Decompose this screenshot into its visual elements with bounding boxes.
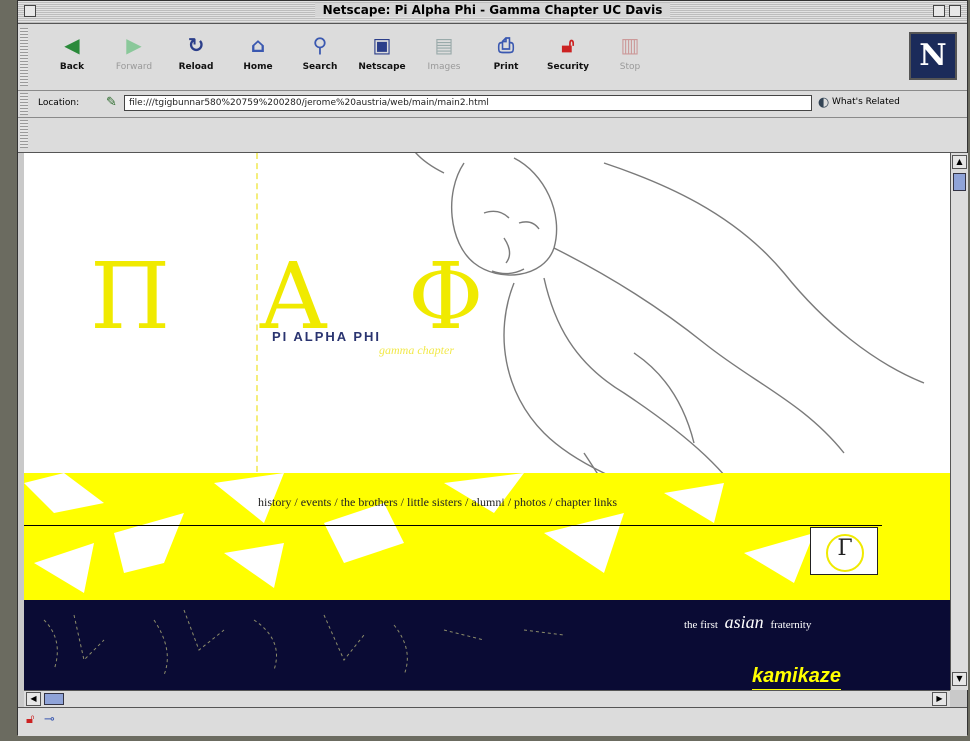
- nav-the-brothers[interactable]: the brothers: [341, 495, 398, 509]
- scroll-right-arrow-icon[interactable]: ▶: [932, 692, 947, 706]
- page-content: Π Α Φ PI ALPHA PHI gamma chapter history…: [24, 153, 950, 690]
- close-box[interactable]: [24, 5, 36, 17]
- main-navigation: history / events / the brothers / little…: [258, 495, 618, 509]
- stop-button[interactable]: ▥ Stop: [602, 32, 658, 72]
- netscape-logo[interactable]: N: [909, 32, 957, 80]
- toolbar-grip[interactable]: [20, 28, 28, 86]
- home-button[interactable]: ⌂ Home: [230, 32, 286, 72]
- reload-icon: ↻: [187, 33, 205, 57]
- status-bar: 🔓︎ ⊸: [18, 707, 967, 736]
- zoom-box[interactable]: [933, 5, 945, 17]
- tagline-post: fraternity: [770, 619, 812, 631]
- netscape-icon: ▣: [372, 33, 392, 57]
- title-bar[interactable]: Netscape: Pi Alpha Phi - Gamma Chapter U…: [18, 1, 967, 24]
- security-status-icon[interactable]: 🔓︎: [26, 712, 34, 727]
- nav-history[interactable]: history: [258, 495, 291, 509]
- lock-icon: 🔓︎: [561, 33, 575, 57]
- tagline-emphasis: asian: [724, 612, 764, 632]
- location-label: Location:: [38, 98, 80, 108]
- images-icon: ▤: [434, 33, 454, 57]
- search-button[interactable]: ⚲ Search: [292, 32, 348, 72]
- tagline: the first asian fraternity: [684, 612, 811, 633]
- fraternity-name: PI ALPHA PHI: [272, 329, 381, 344]
- whats-related-button[interactable]: What's Related: [832, 97, 900, 107]
- page-proxy-icon[interactable]: ✎: [106, 95, 117, 110]
- home-icon: ⌂: [250, 33, 266, 57]
- horizontal-scrollbar[interactable]: ◀ ▶: [24, 690, 950, 707]
- images-button[interactable]: ▤ Images: [416, 32, 472, 72]
- related-icon: ◐: [818, 95, 830, 110]
- tagline-pre: the first: [684, 619, 718, 631]
- personal-grip[interactable]: [20, 120, 28, 148]
- greek-letter-pi: Π: [90, 243, 171, 350]
- back-arrow-icon: ◀: [64, 33, 80, 57]
- print-icon: ⎙: [498, 33, 514, 57]
- forward-button[interactable]: ▶ Forward: [106, 32, 162, 72]
- nav-events[interactable]: events: [301, 495, 332, 509]
- horizontal-scroll-thumb[interactable]: [44, 693, 64, 705]
- browser-window: Netscape: Pi Alpha Phi - Gamma Chapter U…: [17, 0, 968, 736]
- nav-alumni[interactable]: alumni: [471, 495, 504, 509]
- navigation-toolbar: ◀ Back ▶ Forward ↻ Reload ⌂ Home ⚲ Searc…: [18, 24, 967, 91]
- nav-photos[interactable]: photos: [514, 495, 546, 509]
- location-bar: Location: ✎ file:///tgigbunnar580%20759%…: [18, 91, 967, 118]
- forward-arrow-icon: ▶: [126, 33, 142, 57]
- online-status-icon[interactable]: ⊸: [44, 712, 55, 727]
- print-button[interactable]: ⎙ Print: [478, 32, 534, 72]
- reload-button[interactable]: ↻ Reload: [168, 32, 224, 72]
- location-grip[interactable]: [20, 93, 28, 115]
- banner-rule: [24, 525, 882, 526]
- nav-chapter-links[interactable]: chapter links: [555, 495, 617, 509]
- url-field[interactable]: file:///tgigbunnar580%20759%200280/jerom…: [124, 95, 812, 111]
- personal-toolbar: [18, 118, 967, 153]
- netscape-button[interactable]: ▣ Netscape: [354, 32, 410, 72]
- collapse-box[interactable]: [949, 5, 961, 17]
- scroll-up-arrow-icon[interactable]: ▲: [952, 155, 967, 169]
- stop-icon: ▥: [620, 33, 640, 57]
- greek-letter-phi: Φ: [408, 243, 484, 350]
- security-button[interactable]: 🔓︎ Security: [540, 32, 596, 72]
- kamikaze-link[interactable]: kamikaze: [752, 665, 841, 690]
- gamma-emblem[interactable]: Γ: [810, 527, 878, 575]
- chapter-name: gamma chapter: [379, 343, 454, 357]
- scroll-left-arrow-icon[interactable]: ◀: [26, 692, 41, 706]
- vertical-scrollbar[interactable]: ▲ ▼: [950, 153, 968, 690]
- gamma-symbol: Γ: [826, 534, 864, 572]
- vertical-scroll-thumb[interactable]: [953, 173, 966, 191]
- window-title: Netscape: Pi Alpha Phi - Gamma Chapter U…: [314, 3, 671, 17]
- search-icon: ⚲: [312, 33, 328, 57]
- nav-little-sisters[interactable]: little sisters: [407, 495, 462, 509]
- scroll-down-arrow-icon[interactable]: ▼: [952, 672, 967, 686]
- back-button[interactable]: ◀ Back: [44, 32, 100, 72]
